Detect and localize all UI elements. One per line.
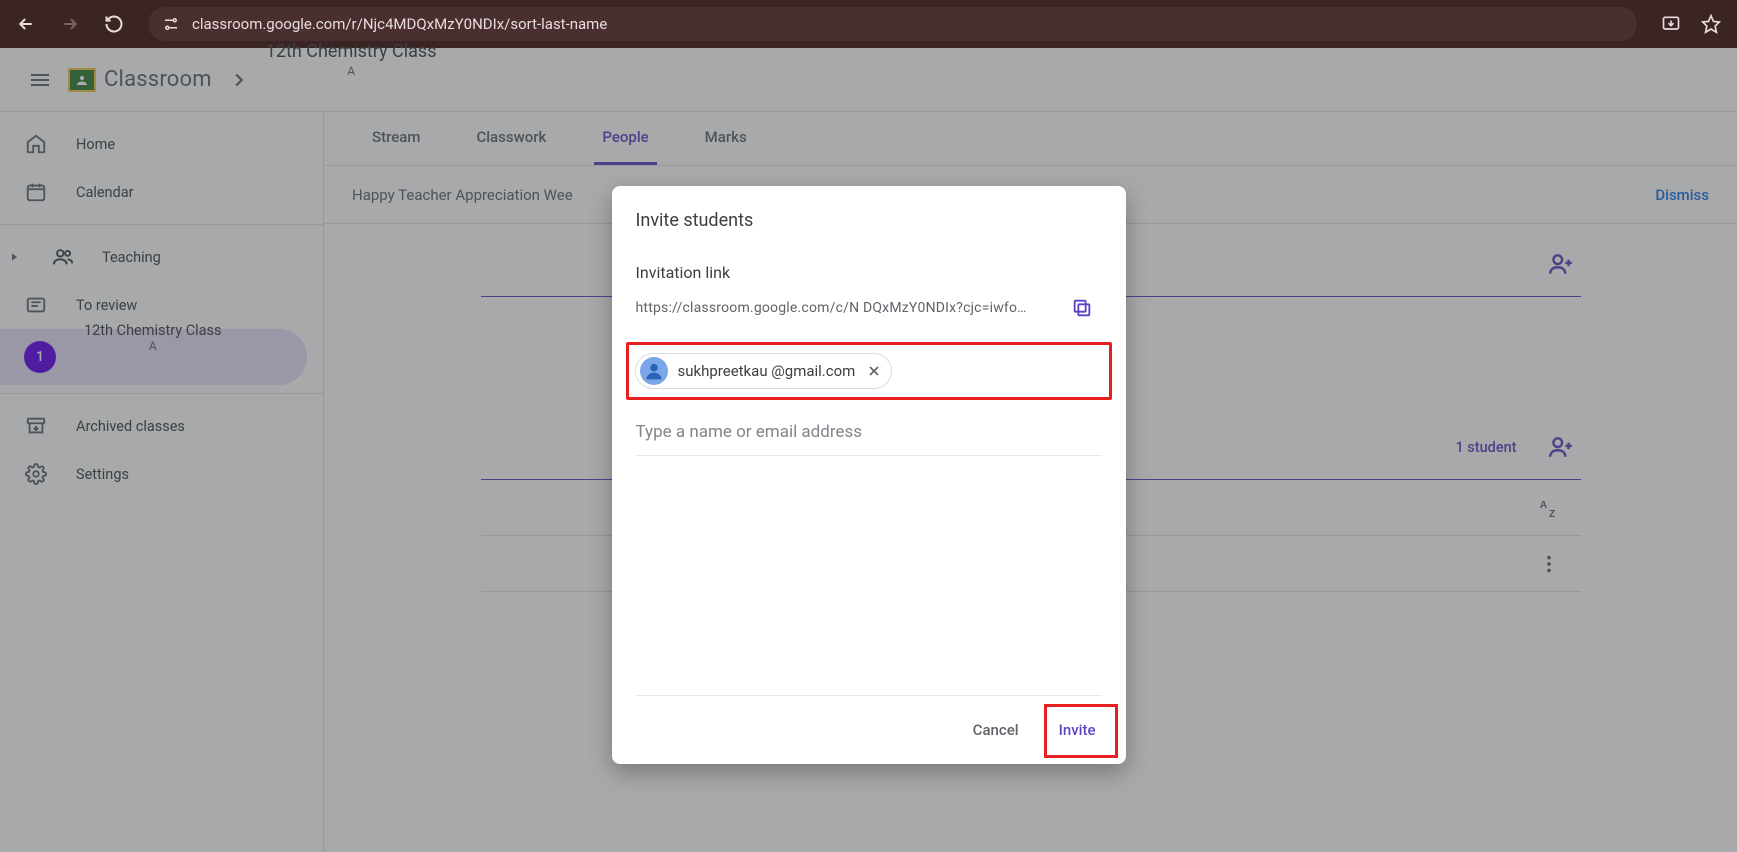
invitation-link-label: Invitation link <box>636 263 1102 282</box>
chip-avatar-icon <box>640 357 668 385</box>
site-settings-icon[interactable] <box>162 15 180 33</box>
browser-toolbar: classroom.google.com/r/Njc4MDQxMzY0NDIx/… <box>0 0 1737 48</box>
dialog-title: Invite students <box>636 210 1102 231</box>
chip-highlight-box: sukhpreetkau @gmail.com <box>626 342 1112 400</box>
email-chip[interactable]: sukhpreetkau @gmail.com <box>635 353 893 389</box>
browser-forward-button <box>52 6 88 42</box>
install-app-icon[interactable] <box>1653 6 1689 42</box>
browser-url: classroom.google.com/r/Njc4MDQxMzY0NDIx/… <box>192 15 607 33</box>
invite-students-dialog: Invite students Invitation link https://… <box>612 186 1126 764</box>
bookmark-star-icon[interactable] <box>1693 6 1729 42</box>
browser-omnibox[interactable]: classroom.google.com/r/Njc4MDQxMzY0NDIx/… <box>148 7 1637 41</box>
browser-reload-button[interactable] <box>96 6 132 42</box>
email-input-placeholder: Type a name or email address <box>636 422 863 442</box>
invite-highlight-box <box>1044 704 1118 758</box>
browser-back-button[interactable] <box>8 6 44 42</box>
dialog-spacer <box>636 456 1102 696</box>
invitation-link-url: https://classroom.google.com/c/N DQxMzY0… <box>636 300 1038 316</box>
chip-remove-button[interactable] <box>865 362 883 380</box>
email-input[interactable]: Type a name or email address <box>636 408 1102 456</box>
cancel-button[interactable]: Cancel <box>955 710 1037 750</box>
copy-link-button[interactable] <box>1062 288 1102 328</box>
chip-email: sukhpreetkau @gmail.com <box>678 362 856 380</box>
